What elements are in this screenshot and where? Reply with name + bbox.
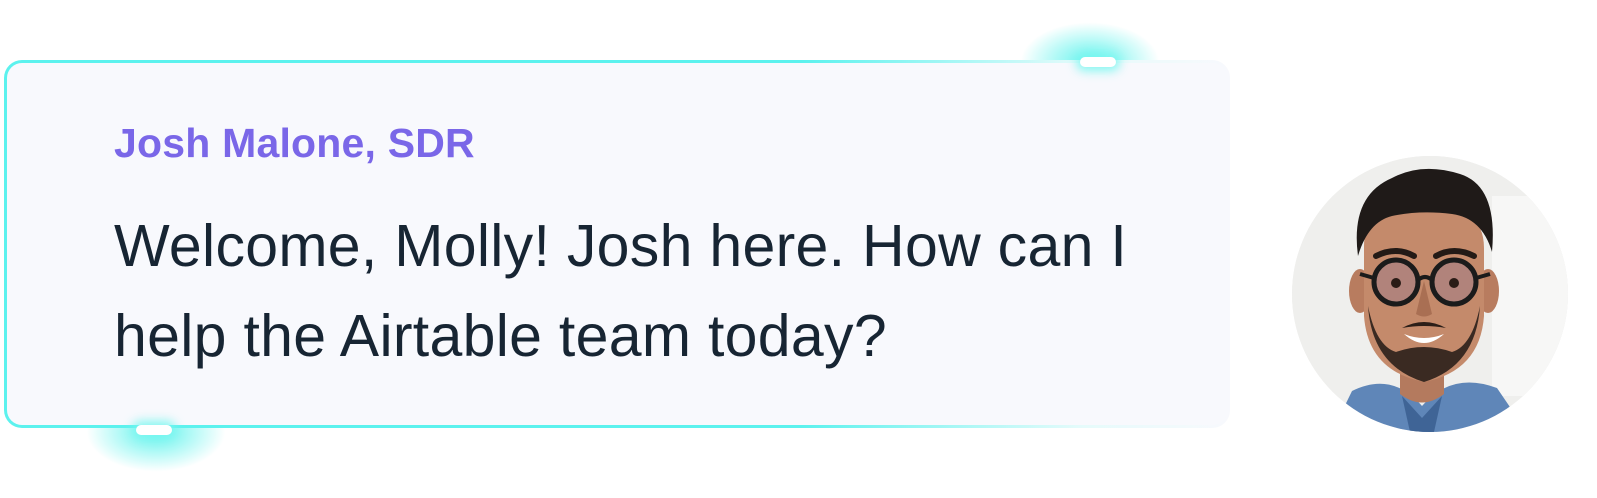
message-text: Welcome, Molly! Josh here. How can I hel…: [114, 213, 1128, 369]
spark-highlight-bottom: [136, 425, 172, 435]
sender-name: Josh Malone, SDR: [114, 120, 475, 166]
avatar: [1292, 156, 1568, 432]
person-avatar-icon: [1292, 156, 1568, 432]
chat-message-card: Josh Malone, SDR Welcome, Molly! Josh he…: [4, 60, 1230, 428]
spark-highlight-top: [1080, 57, 1116, 67]
